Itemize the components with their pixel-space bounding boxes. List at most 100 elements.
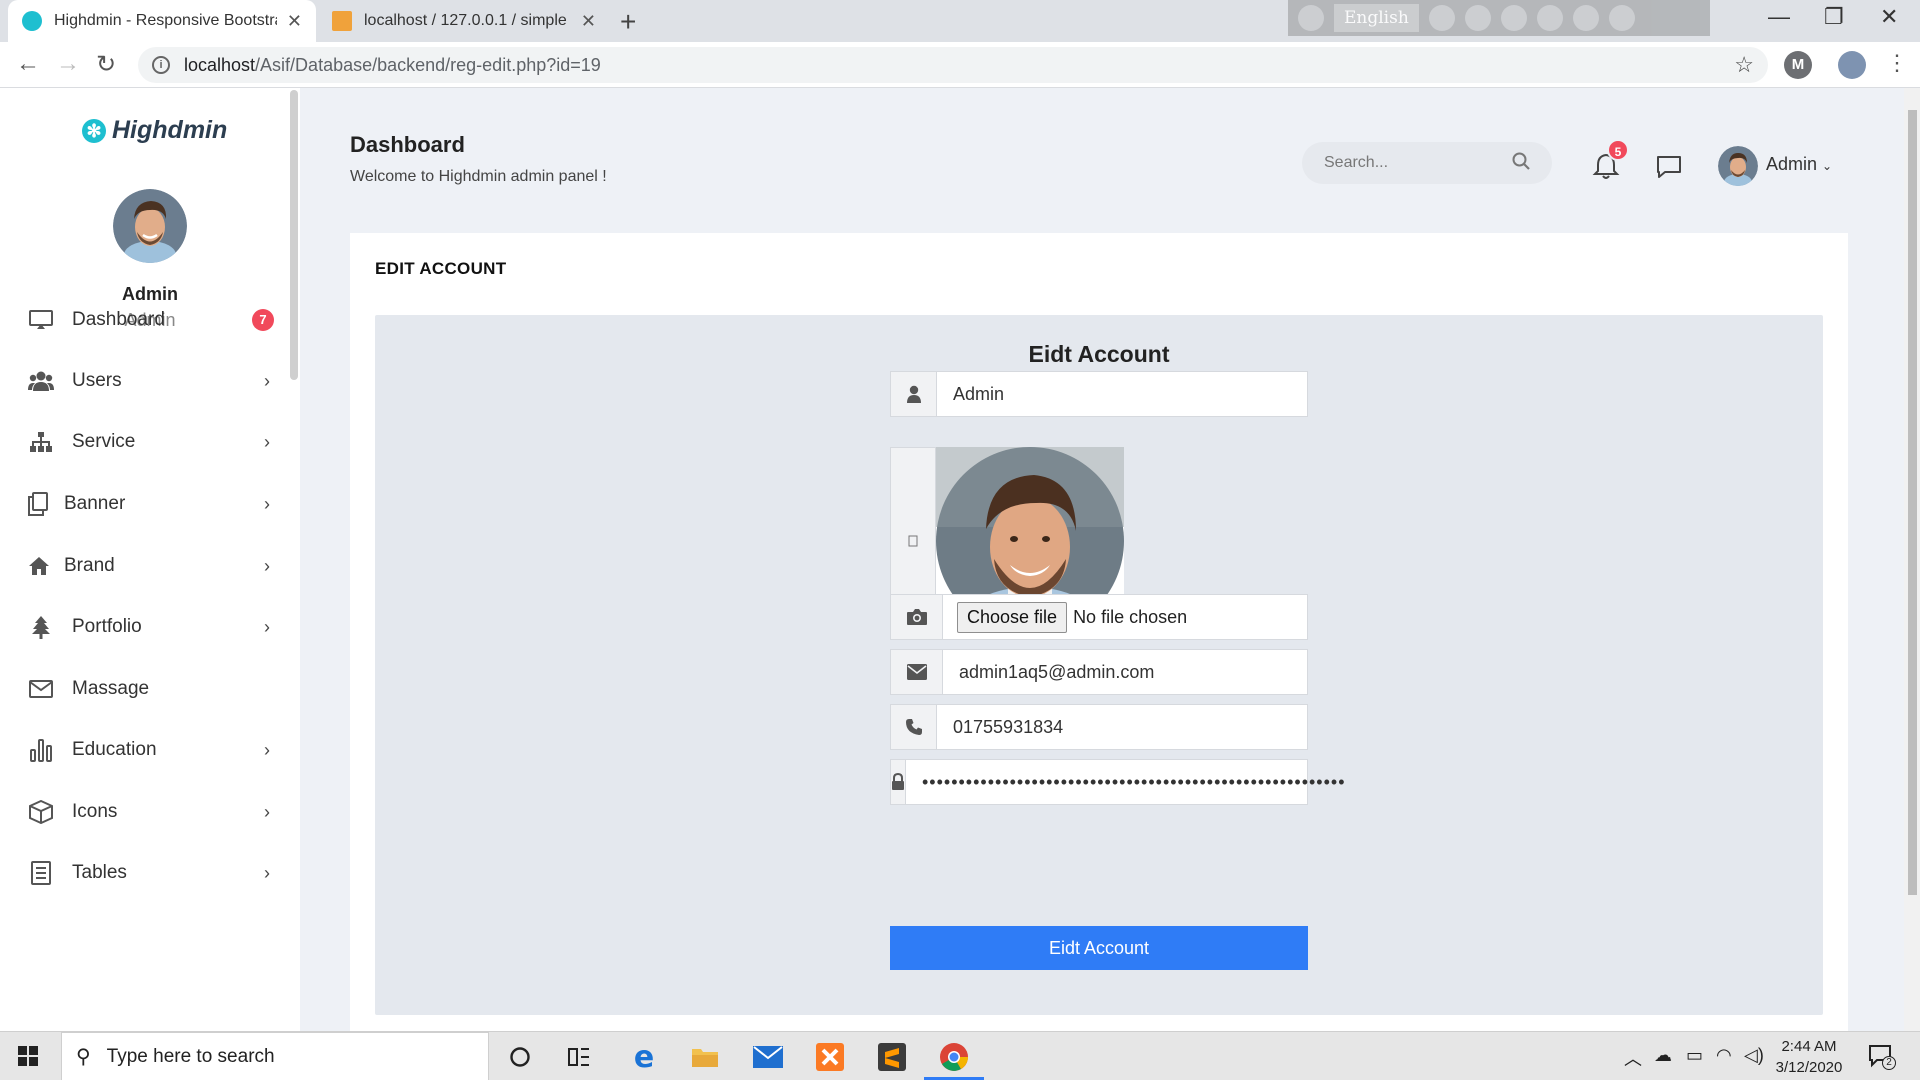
- tab-phpmyadmin[interactable]: localhost / 127.0.0.1 / simple / db ✕: [318, 0, 610, 42]
- extension-icon[interactable]: [1536, 5, 1563, 31]
- sidebar-item-service[interactable]: Service ›: [28, 422, 278, 462]
- name-input[interactable]: Admin: [937, 372, 1307, 416]
- sidebar-item-label: Dashboard: [72, 309, 165, 330]
- sidebar-item-banner[interactable]: Banner ›: [28, 484, 278, 524]
- card-title: EDIT ACCOUNT: [375, 259, 507, 278]
- extension-icon[interactable]: [1608, 5, 1635, 31]
- restore-icon[interactable]: ❐: [1824, 4, 1844, 30]
- extension-icon[interactable]: [1572, 5, 1599, 31]
- extension-m-icon[interactable]: M: [1784, 51, 1812, 79]
- sidebar-item-label: Icons: [72, 801, 118, 822]
- menu-kebab-icon[interactable]: ⋮: [1886, 50, 1908, 76]
- extension-icon[interactable]: [1298, 5, 1324, 31]
- site-info-icon[interactable]: i: [152, 56, 170, 74]
- back-icon[interactable]: ←: [16, 50, 40, 78]
- close-tab-icon[interactable]: ✕: [581, 11, 596, 32]
- extension-icon[interactable]: [1428, 5, 1455, 31]
- minimize-icon[interactable]: —: [1768, 4, 1790, 30]
- sidebar-item-label: Massage: [72, 678, 150, 699]
- phone-input[interactable]: 01755931834: [937, 705, 1307, 749]
- xampp-icon[interactable]: [813, 1040, 847, 1074]
- highdmin-favicon-icon: [22, 11, 42, 31]
- sidebar-item-portfolio[interactable]: Portfolio ›: [28, 607, 278, 647]
- sidebar-item-education[interactable]: Education ›: [28, 730, 278, 770]
- user-menu-dropdown[interactable]: Admin ⌄: [1766, 154, 1832, 175]
- dashboard-count-badge: 7: [252, 309, 274, 331]
- extension-icon[interactable]: [1464, 5, 1491, 31]
- wifi-icon[interactable]: ◠: [1716, 1045, 1732, 1066]
- sidebar-item-massage[interactable]: Massage: [28, 669, 278, 709]
- chevron-down-icon: ⌄: [1822, 159, 1833, 173]
- photo-upload-group: Choose file No file chosen: [890, 594, 1308, 640]
- search-input[interactable]: Search...: [1302, 142, 1552, 184]
- copy-icon: [28, 491, 48, 517]
- password-input[interactable]: ••••••••••••••••••••••••••••••••••••••••…: [906, 760, 1346, 804]
- browser-toolbar: ← → ↻ i localhost /Asif/Database/backend…: [0, 42, 1920, 88]
- page-scrollbar-thumb[interactable]: [1908, 110, 1917, 895]
- sublime-text-icon[interactable]: [875, 1040, 909, 1074]
- tab-title: Highdmin - Responsive Bootstrap: [54, 12, 277, 29]
- submit-edit-account-button[interactable]: Eidt Account: [890, 926, 1308, 970]
- users-icon: [28, 368, 54, 394]
- logo-text: Highdmin: [112, 116, 228, 144]
- mail-app-icon[interactable]: [751, 1040, 785, 1074]
- file-status-text: No file chosen: [1073, 606, 1188, 627]
- brand-logo[interactable]: ✻ Highdmin: [82, 116, 227, 145]
- taskbar-search-input[interactable]: ⚲ Type here to search: [61, 1032, 489, 1080]
- box-icon: [28, 799, 54, 825]
- page-scrollbar[interactable]: [1904, 88, 1920, 1031]
- volume-icon[interactable]: ◁): [1744, 1045, 1764, 1066]
- mail-icon: [28, 676, 54, 702]
- chat-icon[interactable]: [1656, 154, 1682, 180]
- close-tab-icon[interactable]: ✕: [287, 11, 302, 32]
- action-center-icon[interactable]: 2: [1868, 1044, 1896, 1070]
- clock-date: 3/12/2020: [1775, 1059, 1843, 1076]
- sidebar-item-label: Brand: [64, 555, 115, 576]
- tree-icon: [28, 614, 54, 640]
- sidebar-item-brand[interactable]: Brand ›: [28, 546, 278, 586]
- lock-icon: [891, 760, 906, 804]
- profile-avatar[interactable]: [1838, 51, 1866, 79]
- new-tab-button[interactable]: +: [620, 6, 636, 38]
- extension-icon[interactable]: [1500, 5, 1527, 31]
- user-avatar[interactable]: [113, 189, 187, 263]
- action-center-count: 2: [1882, 1056, 1896, 1070]
- file-explorer-icon[interactable]: [688, 1040, 722, 1074]
- phpmyadmin-favicon-icon: [332, 11, 352, 31]
- sidebar-item-users[interactable]: Users ›: [28, 361, 278, 401]
- sidebar-scrollbar[interactable]: [290, 90, 298, 380]
- windows-taskbar: ⚲ Type here to search e ︿ ☁ ▭ ◠ ◁) 2:44 …: [0, 1031, 1920, 1080]
- chrome-icon[interactable]: [937, 1040, 971, 1074]
- header-user-avatar[interactable]: [1718, 146, 1758, 186]
- email-input[interactable]: admin1aq5@admin.com: [943, 650, 1307, 694]
- taskbar-clock[interactable]: 2:44 AM 3/12/2020: [1764, 1036, 1854, 1078]
- onedrive-icon[interactable]: ☁: [1654, 1045, 1672, 1066]
- edge-browser-icon[interactable]: e: [627, 1040, 661, 1075]
- forward-icon[interactable]: →: [56, 50, 80, 78]
- language-select[interactable]: English: [1334, 4, 1419, 32]
- camera-icon: [891, 595, 943, 639]
- search-icon[interactable]: [1512, 152, 1530, 175]
- file-input[interactable]: Choose file No file chosen: [943, 595, 1307, 639]
- address-bar[interactable]: i localhost /Asif/Database/backend/reg-e…: [138, 47, 1768, 83]
- tab-highdmin[interactable]: Highdmin - Responsive Bootstrap ✕: [8, 0, 316, 42]
- sidebar-item-label: Banner: [64, 493, 126, 514]
- sidebar-item-tables[interactable]: Tables ›: [28, 853, 278, 893]
- choose-file-button[interactable]: Choose file: [957, 601, 1068, 633]
- bar-chart-icon: [28, 737, 54, 763]
- reload-icon[interactable]: ↻: [96, 50, 116, 79]
- sidebar-item-dashboard[interactable]: Dashboard 7: [28, 300, 278, 340]
- bookmark-star-icon[interactable]: ☆: [1734, 52, 1754, 78]
- chevron-right-icon: ›: [264, 493, 270, 514]
- task-view-icon[interactable]: [562, 1040, 596, 1074]
- chevron-right-icon: ›: [264, 739, 270, 760]
- close-window-icon[interactable]: ✕: [1880, 4, 1898, 30]
- sidebar-item-icons[interactable]: Icons ›: [28, 792, 278, 832]
- battery-icon[interactable]: ▭: [1686, 1045, 1703, 1066]
- password-field-group: ••••••••••••••••••••••••••••••••••••••••…: [890, 759, 1345, 805]
- tray-chevron-up-icon[interactable]: ︿: [1624, 1045, 1642, 1071]
- cortana-icon[interactable]: [503, 1040, 537, 1074]
- sidebar-item-label: Education: [72, 739, 157, 760]
- windows-start-icon[interactable]: [18, 1046, 38, 1066]
- search-icon: ⚲: [76, 1046, 91, 1068]
